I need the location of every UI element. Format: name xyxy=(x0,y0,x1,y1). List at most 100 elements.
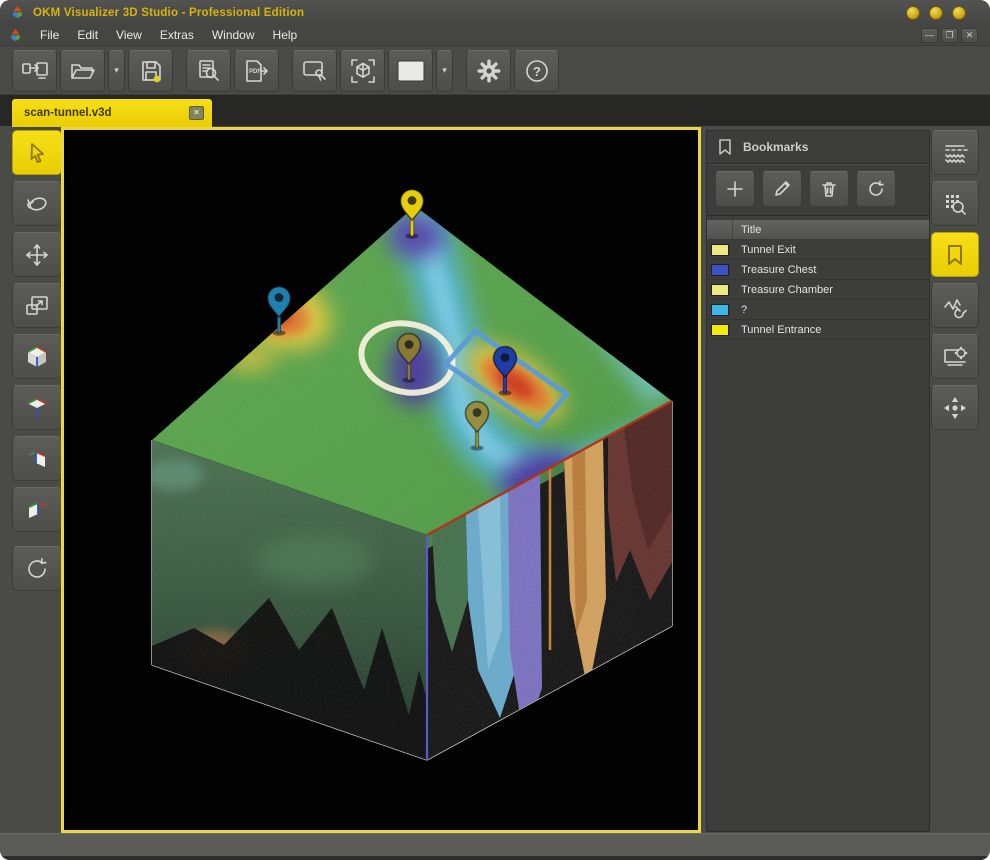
view-side-right-button[interactable] xyxy=(12,436,62,481)
fit-view-cube-icon xyxy=(350,58,376,84)
3d-scene[interactable] xyxy=(64,130,698,830)
view-side-left-button[interactable] xyxy=(12,487,62,532)
save-icon xyxy=(139,59,163,83)
bookmark-list-empty-area xyxy=(707,340,929,831)
child-minimize-button[interactable]: — xyxy=(921,28,938,43)
status-strip xyxy=(0,833,990,856)
document-logo-icon xyxy=(8,28,23,43)
gear-icon xyxy=(476,58,502,84)
bookmark-row[interactable]: ? xyxy=(707,300,929,320)
help-button[interactable]: ? xyxy=(514,50,559,92)
settings-button[interactable] xyxy=(466,50,511,92)
bookmark-add-button[interactable] xyxy=(715,171,755,207)
tab-label: scan-tunnel.v3d xyxy=(24,107,189,119)
zoom-window-icon xyxy=(24,294,50,318)
trash-icon xyxy=(819,179,839,199)
grid-search-icon xyxy=(942,191,968,217)
signal-wrench-icon xyxy=(942,293,968,319)
tab-close-button[interactable]: ✕ xyxy=(189,106,204,120)
bookmark-row[interactable]: Treasure Chest xyxy=(707,260,929,280)
child-close-button[interactable]: ✕ xyxy=(961,28,978,43)
refresh-icon xyxy=(866,179,886,199)
menu-file[interactable]: File xyxy=(31,26,68,44)
menu-extras[interactable]: Extras xyxy=(151,26,203,44)
depth-slices-button[interactable] xyxy=(931,130,979,175)
fit-view-button[interactable] xyxy=(340,50,385,92)
window-minimize-button[interactable] xyxy=(906,6,920,20)
left-tool-rail xyxy=(12,130,62,597)
open-folder-icon xyxy=(70,61,96,81)
pan-tool-button[interactable] xyxy=(12,232,62,277)
export-pdf-icon: PDF xyxy=(244,59,270,83)
bookmark-title: Tunnel Exit xyxy=(733,244,796,256)
report-preview-icon xyxy=(197,59,221,83)
menu-bar: File Edit View Extras Window Help — ❐ ✕ xyxy=(0,25,990,46)
rotate-tool-button[interactable] xyxy=(12,181,62,226)
title-column-header[interactable]: Title xyxy=(733,224,761,236)
navigate-cross-icon xyxy=(942,395,968,421)
window-title: OKM Visualizer 3D Studio - Professional … xyxy=(33,7,304,19)
plane-side-right-icon xyxy=(24,446,50,472)
view-3d-cube-button[interactable] xyxy=(12,334,62,379)
bookmark-icon xyxy=(945,244,965,266)
window-maximize-button[interactable] xyxy=(929,6,943,20)
inspect-values-button[interactable] xyxy=(931,181,979,226)
question-glyph: ? xyxy=(533,64,541,79)
navigator-button[interactable] xyxy=(931,385,979,430)
bookmark-row[interactable]: Tunnel Exit xyxy=(707,240,929,260)
bookmarks-title: Bookmarks xyxy=(743,140,808,154)
bookmark-color-swatch xyxy=(711,284,729,296)
plane-side-left-icon xyxy=(24,497,50,523)
menu-help[interactable]: Help xyxy=(264,26,307,44)
screenshot-button[interactable] xyxy=(292,50,337,92)
background-color-button[interactable] xyxy=(388,50,433,92)
open-file-dropdown[interactable]: ▾ xyxy=(108,50,125,92)
cube-3d-icon xyxy=(24,344,50,370)
bookmarks-panel: Bookmarks xyxy=(706,130,930,832)
bookmark-color-swatch xyxy=(711,264,729,276)
bookmark-edit-button[interactable] xyxy=(762,171,802,207)
svg-text:PDF: PDF xyxy=(249,69,261,75)
menu-view[interactable]: View xyxy=(107,26,151,44)
signal-filter-button[interactable] xyxy=(931,283,979,328)
bookmark-refresh-button[interactable] xyxy=(856,171,896,207)
pencil-icon xyxy=(772,179,792,199)
bookmark-title: Treasure Chamber xyxy=(733,284,833,296)
background-color-dropdown[interactable]: ▾ xyxy=(436,50,453,92)
tab-scan-tunnel[interactable]: scan-tunnel.v3d ✕ xyxy=(12,99,212,127)
view-top-button[interactable] xyxy=(12,385,62,430)
display-settings-button[interactable] xyxy=(931,334,979,379)
bookmark-delete-button[interactable] xyxy=(809,171,849,207)
zoom-tool-button[interactable] xyxy=(12,283,62,328)
dropdown-arrow-icon: ▾ xyxy=(114,65,119,76)
bookmark-color-swatch xyxy=(711,244,729,256)
bookmarks-toolbar xyxy=(707,164,929,216)
select-tool-button[interactable] xyxy=(12,130,62,175)
plane-top-icon xyxy=(24,395,50,421)
depth-slices-icon xyxy=(942,140,968,166)
export-pdf-button[interactable]: PDF xyxy=(234,50,279,92)
background-color-swatch-icon xyxy=(397,60,425,82)
title-bar: OKM Visualizer 3D Studio - Professional … xyxy=(0,0,990,25)
menu-edit[interactable]: Edit xyxy=(68,26,107,44)
bookmark-list: Tunnel Exit Treasure Chest Treasure Cham… xyxy=(707,240,929,340)
open-file-button[interactable] xyxy=(60,50,105,92)
color-column-header xyxy=(707,220,733,239)
bookmark-row[interactable]: Treasure Chamber xyxy=(707,280,929,300)
import-scan-button[interactable] xyxy=(12,50,57,92)
bookmark-icon xyxy=(717,138,733,156)
child-restore-button[interactable]: ❐ xyxy=(941,28,958,43)
window-close-button[interactable] xyxy=(952,6,966,20)
save-button[interactable] xyxy=(128,50,173,92)
bookmark-table-header: Title xyxy=(707,220,929,240)
reset-rotation-button[interactable] xyxy=(12,546,62,591)
menu-window[interactable]: Window xyxy=(203,26,264,44)
bookmark-row[interactable]: Tunnel Entrance xyxy=(707,320,929,340)
bookmark-title: ? xyxy=(733,304,747,316)
report-preview-button[interactable] xyxy=(186,50,231,92)
help-icon: ? xyxy=(524,58,550,84)
import-scan-icon xyxy=(22,60,48,82)
bookmarks-rail-button[interactable] xyxy=(931,232,979,277)
plus-icon xyxy=(725,179,745,199)
viewport-3d[interactable] xyxy=(61,127,701,833)
